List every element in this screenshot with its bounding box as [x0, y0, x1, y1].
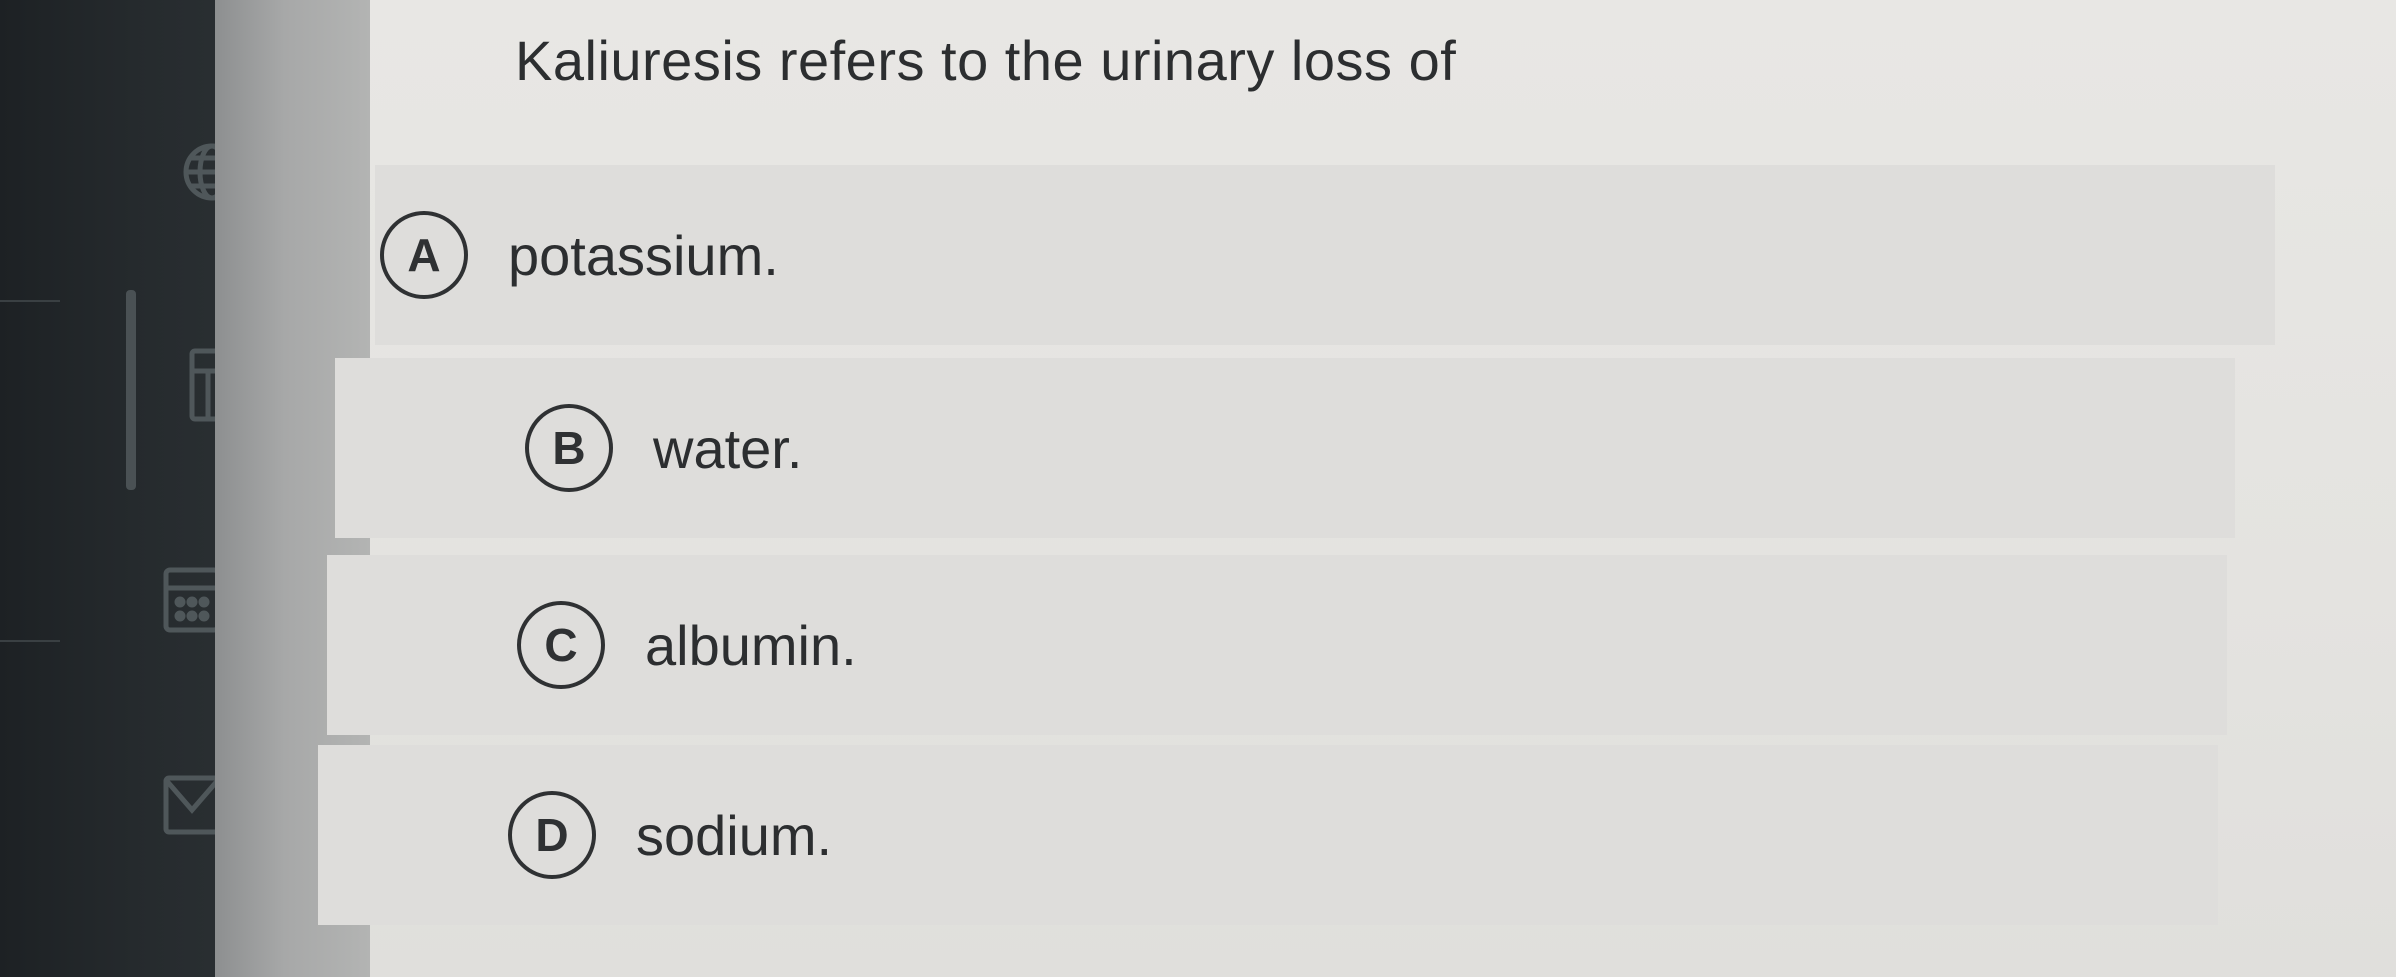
option-c-label: albumin.: [645, 613, 857, 677]
sidebar: [0, 0, 250, 977]
option-c-letter: C: [517, 601, 605, 689]
divider: [0, 640, 60, 642]
active-indicator: [126, 290, 136, 490]
option-c[interactable]: C albumin.: [327, 555, 2227, 735]
option-d-label: sodium.: [636, 803, 833, 867]
quiz-panel: Kaliuresis refers to the urinary loss of…: [318, 0, 2396, 977]
option-b-label: water.: [653, 416, 803, 480]
question-text: Kaliuresis refers to the urinary loss of: [515, 29, 1457, 92]
option-b[interactable]: B water.: [335, 358, 2235, 538]
screen: Kaliuresis refers to the urinary loss of…: [0, 0, 2396, 977]
option-d[interactable]: D sodium.: [318, 745, 2218, 925]
option-b-letter: B: [525, 404, 613, 492]
divider: [0, 300, 60, 302]
option-a-letter: A: [380, 211, 468, 299]
option-a-label: potassium.: [508, 223, 779, 287]
option-a[interactable]: A potassium.: [375, 165, 2275, 345]
option-d-letter: D: [508, 791, 596, 879]
